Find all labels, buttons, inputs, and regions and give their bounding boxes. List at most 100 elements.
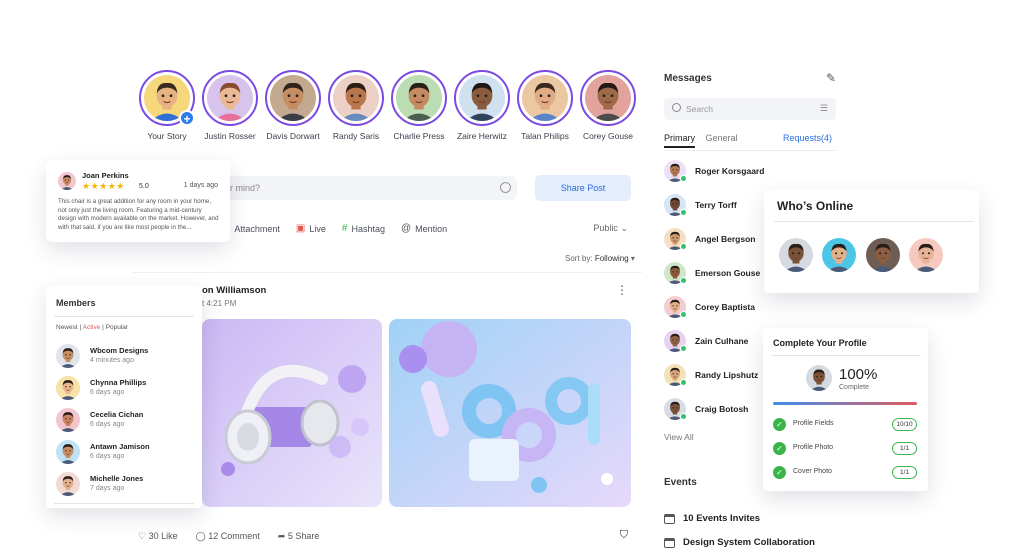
story-justin-rosser[interactable]: Justin Rosser: [195, 70, 265, 141]
story-name: Charlie Press: [393, 131, 445, 141]
event-label: 10 Events Invites: [683, 513, 761, 524]
story-name: Justin Rosser: [204, 131, 256, 141]
divider: [54, 503, 194, 504]
story-charlie-press[interactable]: Charlie Press: [384, 70, 454, 141]
share-post-button[interactable]: Share Post: [535, 175, 631, 201]
member-name: Antawn Jamison: [90, 442, 150, 451]
view-all-link[interactable]: View All: [664, 432, 694, 442]
story-corey-gouse[interactable]: Corey Gouse: [573, 70, 643, 141]
story-avatar: [207, 75, 253, 121]
member-name: Michelle Jones: [90, 474, 144, 483]
bookmark-icon[interactable]: ⛉: [620, 529, 628, 542]
member-time: 7 days ago: [90, 485, 125, 492]
contact-item[interactable]: Angel Bergson: [664, 226, 755, 252]
stories-bar: + Your Story Justin Rosser Davis Dorwart…: [132, 62, 642, 157]
person-face: [56, 344, 80, 368]
more-options-icon[interactable]: ⋮: [616, 283, 628, 297]
share-button[interactable]: ➦ 5 Share: [278, 531, 320, 542]
contact-item[interactable]: Randy Lipshutz: [664, 362, 758, 388]
loop-illustration: [389, 319, 631, 507]
mention-button[interactable]: @ Mention: [401, 223, 447, 234]
story-name: Talan Philips: [521, 131, 569, 141]
person-face: [56, 440, 80, 464]
tab-requests[interactable]: Requests(4): [783, 133, 832, 143]
attachment-button[interactable]: ⊘Attachment: [222, 223, 280, 234]
contact-item[interactable]: Roger Korsgaard: [664, 158, 764, 184]
emoji-icon[interactable]: [500, 182, 511, 193]
story-zaire-herwitz[interactable]: Zaire Herwitz: [447, 70, 517, 141]
compose-icon[interactable]: ✎: [826, 71, 836, 85]
post-image-headphones[interactable]: [202, 319, 382, 507]
online-status-dot: [680, 379, 687, 386]
online-user-avatar[interactable]: [909, 238, 943, 272]
story-avatar: [522, 75, 568, 121]
add-story-icon[interactable]: +: [179, 110, 195, 126]
sort-control[interactable]: Sort by: Following ▾: [565, 254, 635, 263]
messages-search-input[interactable]: Search ☰: [664, 98, 836, 120]
story-avatar: [333, 75, 379, 121]
member-time: 6 days ago: [90, 389, 125, 396]
story-ring: [202, 70, 258, 126]
person-face: [333, 75, 379, 121]
hashtag-button[interactable]: # Hashtag: [342, 223, 385, 234]
post-author[interactable]: on Williamson: [202, 285, 266, 296]
person-face: [56, 408, 80, 432]
member-avatar: [56, 440, 80, 464]
event-label: Design System Collaboration: [683, 537, 815, 548]
profile-progress-fill: [773, 402, 917, 405]
person-face: [779, 238, 813, 272]
event-item[interactable]: 10 Events Invites: [664, 513, 760, 524]
chevron-down-icon: ⌄: [620, 223, 628, 233]
story-your-story[interactable]: + Your Story: [132, 70, 202, 141]
composer-actions: ⊘Attachment ▣Live #Hashtag @Mention: [222, 223, 447, 234]
member-item[interactable]: Cecelia Cichan 6 days ago: [56, 408, 196, 436]
story-name: Your Story: [147, 131, 187, 141]
story-avatar: [270, 75, 316, 121]
contact-item[interactable]: Corey Baptista: [664, 294, 755, 320]
tab-general[interactable]: General: [706, 133, 738, 143]
complete-profile-card: Complete Your Profile 100% Complete ✓ Pro…: [763, 328, 928, 491]
member-item[interactable]: Wbcom Designs 4 minutes ago: [56, 344, 196, 372]
online-status-dot: [680, 311, 687, 318]
member-item[interactable]: Michelle Jones 7 days ago: [56, 472, 196, 500]
online-user-avatar[interactable]: [779, 238, 813, 272]
online-status-dot: [680, 413, 687, 420]
story-ring: [328, 70, 384, 126]
person-face: [522, 75, 568, 121]
sort-value: Following: [594, 254, 629, 263]
story-talan-philips[interactable]: Talan Philips: [510, 70, 580, 141]
filter-separator: |: [79, 324, 82, 331]
contact-item[interactable]: Craig Botosh: [664, 396, 748, 422]
contact-item[interactable]: Terry Torff: [664, 192, 737, 218]
tab-primary[interactable]: Primary: [664, 133, 695, 148]
comment-button[interactable]: ◯ 12 Comment: [196, 531, 260, 542]
contact-name: Terry Torff: [695, 200, 737, 210]
person-face: [207, 75, 253, 121]
post-actions: ♡ 30 Like ◯ 12 Comment ➦ 5 Share: [138, 531, 319, 542]
live-button[interactable]: ▣ Live: [296, 223, 326, 234]
filter-active[interactable]: Active: [83, 324, 101, 331]
whos-online-card: Who’s Online: [764, 190, 979, 293]
member-item[interactable]: Antawn Jamison 6 days ago: [56, 440, 196, 468]
visibility-select[interactable]: Public ⌄: [593, 223, 628, 234]
online-user-avatar[interactable]: [822, 238, 856, 272]
caret-down-icon: ▾: [630, 254, 635, 263]
filter-icon[interactable]: ☰: [820, 103, 828, 114]
feed-post: on Williamson t 4:21 PM ⋮ ♡ 30 Like ◯ 12…: [132, 272, 642, 557]
like-button[interactable]: ♡ 30 Like: [138, 531, 178, 542]
post-image-loop[interactable]: [389, 319, 631, 507]
filter-popular[interactable]: Popular: [106, 324, 128, 331]
person-face: [58, 172, 76, 190]
checklist-label: Profile Fields: [793, 420, 834, 427]
filter-separator: |: [102, 324, 104, 331]
profile-percent: 100%: [839, 366, 878, 383]
filter-newest[interactable]: Newest: [56, 324, 78, 331]
story-randy-saris[interactable]: Randy Saris: [321, 70, 391, 141]
member-item[interactable]: Chynna Phillips 6 days ago: [56, 376, 196, 404]
contact-item[interactable]: Zain Culhane: [664, 328, 748, 354]
composer-input[interactable]: r mind?: [222, 176, 517, 200]
contact-item[interactable]: Emerson Gouse: [664, 260, 760, 286]
event-item[interactable]: Design System Collaboration: [664, 537, 815, 548]
story-davis-dorwart[interactable]: Davis Dorwart: [258, 70, 328, 141]
online-user-avatar[interactable]: [866, 238, 900, 272]
